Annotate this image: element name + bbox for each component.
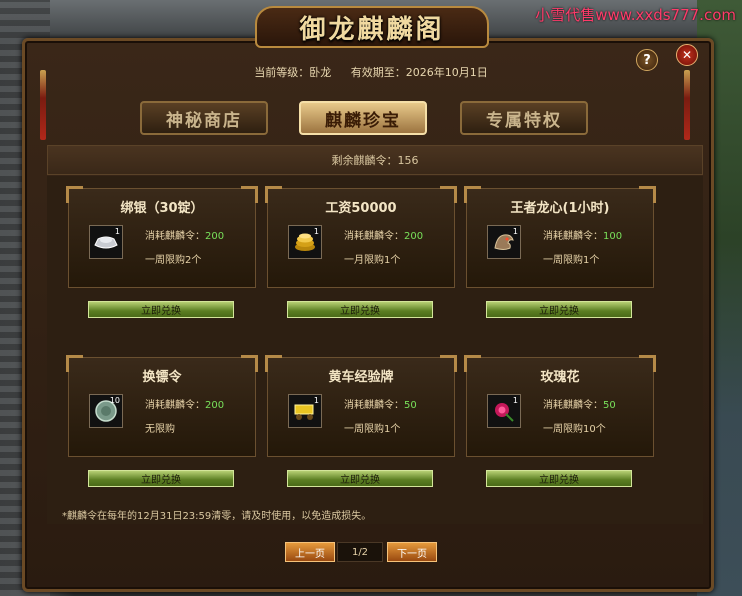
item-name: 工资50000 xyxy=(325,201,397,216)
cost-label: 消耗麒麟令： xyxy=(543,400,603,411)
title-plaque: 御龙麒麟阁 xyxy=(255,6,489,48)
cost-value: 200 xyxy=(205,231,225,242)
cost-value: 50 xyxy=(404,400,417,411)
player-info: 当前等级：卧龙 有效期至：2026年10月1日 xyxy=(0,64,742,80)
purchase-limit: 一周限购1个 xyxy=(543,255,600,266)
window-title: 御龙麒麟阁 xyxy=(299,14,445,45)
close-button[interactable]: ✕ xyxy=(676,44,698,66)
silver-ingot-icon[interactable]: 1 xyxy=(89,225,123,259)
purchase-limit: 无限购 xyxy=(145,424,175,435)
cost-value: 200 xyxy=(205,400,225,411)
item-card: 黄车经验牌 1 消耗麒麟令：50 一周限购1个 xyxy=(265,355,457,457)
tab-mystery-shop[interactable]: 神秘商店 xyxy=(140,101,268,135)
expiry-date: 有效期至：2026年10月1日 xyxy=(350,66,488,79)
tab-qilin-treasure[interactable]: 麒麟珍宝 xyxy=(299,101,427,135)
left-tassel xyxy=(40,70,46,140)
redeem-button[interactable]: 立即兑换 xyxy=(88,301,234,318)
escort-token-icon[interactable]: 10 xyxy=(89,394,123,428)
item-card: 换镖令 10 消耗麒麟令：200 无限购 xyxy=(66,355,258,457)
purchase-limit: 一周限购1个 xyxy=(344,424,401,435)
item-card: 王者龙心(1小时) 1 消耗麒麟令：100 一周限购1个 xyxy=(464,186,656,288)
cost-value: 100 xyxy=(603,231,623,242)
item-count: 1 xyxy=(114,227,120,236)
prev-page-button[interactable]: 上一页 xyxy=(285,542,335,562)
page-indicator: 1/2 xyxy=(337,542,383,562)
cost-label: 消耗麒麟令： xyxy=(543,231,603,242)
cost-text: 消耗麒麟令：200 xyxy=(145,396,224,411)
item-card: 工资50000 1 消耗麒麟令：200 一月限购1个 xyxy=(265,186,457,288)
item-name: 换镖令 xyxy=(142,370,182,385)
redeem-button[interactable]: 立即兑换 xyxy=(88,470,234,487)
right-tassel xyxy=(684,70,690,140)
rose-icon[interactable]: 1 xyxy=(487,394,521,428)
purchase-limit: 一周限购10个 xyxy=(543,424,606,435)
cost-label: 消耗麒麟令： xyxy=(145,400,205,411)
cost-text: 消耗麒麟令：100 xyxy=(543,227,622,242)
cost-label: 消耗麒麟令： xyxy=(344,400,404,411)
remaining-tokens: 剩余麒麟令：156 xyxy=(47,145,703,175)
cost-value: 200 xyxy=(404,231,424,242)
cost-text: 消耗麒麟令：200 xyxy=(344,227,423,242)
item-count: 1 xyxy=(313,396,319,405)
cost-label: 消耗麒麟令： xyxy=(344,231,404,242)
item-name: 绑银（30锭） xyxy=(120,201,204,216)
redeem-button[interactable]: 立即兑换 xyxy=(486,301,632,318)
redeem-button[interactable]: 立即兑换 xyxy=(486,470,632,487)
item-count: 1 xyxy=(512,227,518,236)
redeem-button[interactable]: 立即兑换 xyxy=(287,301,433,318)
remaining-tokens-text: 剩余麒麟令：156 xyxy=(331,154,419,167)
current-level: 当前等级：卧龙 xyxy=(254,66,332,79)
close-icon: ✕ xyxy=(681,48,693,62)
cost-label: 消耗麒麟令： xyxy=(145,231,205,242)
next-page-button[interactable]: 下一页 xyxy=(387,542,437,562)
dragon-heart-icon[interactable]: 1 xyxy=(487,225,521,259)
watermark-text: 小雪代售www.xxds777.com xyxy=(535,6,736,24)
item-card: 玫瑰花 1 消耗麒麟令：50 一周限购10个 xyxy=(464,355,656,457)
reset-notice: *麒麟令在每年的12月31日23:59清零，请及时使用，以免造成损失。 xyxy=(62,511,372,522)
tab-exclusive-privilege[interactable]: 专属特权 xyxy=(460,101,588,135)
item-name: 黄车经验牌 xyxy=(328,370,394,385)
cost-text: 消耗麒麟令：50 xyxy=(543,396,616,411)
item-count: 10 xyxy=(109,396,120,405)
cost-text: 消耗麒麟令：200 xyxy=(145,227,224,242)
yellow-cart-icon[interactable]: 1 xyxy=(288,394,322,428)
purchase-limit: 一周限购2个 xyxy=(145,255,202,266)
cost-text: 消耗麒麟令：50 xyxy=(344,396,417,411)
item-count: 1 xyxy=(313,227,319,236)
purchase-limit: 一月限购1个 xyxy=(344,255,401,266)
redeem-button[interactable]: 立即兑换 xyxy=(287,470,433,487)
item-card: 绑银（30锭） 1 消耗麒麟令：200 一周限购2个 xyxy=(66,186,258,288)
item-name: 玫瑰花 xyxy=(540,370,580,385)
item-name: 王者龙心(1小时) xyxy=(510,201,610,216)
cost-value: 50 xyxy=(603,400,616,411)
item-count: 1 xyxy=(512,396,518,405)
gold-coins-icon[interactable]: 1 xyxy=(288,225,322,259)
